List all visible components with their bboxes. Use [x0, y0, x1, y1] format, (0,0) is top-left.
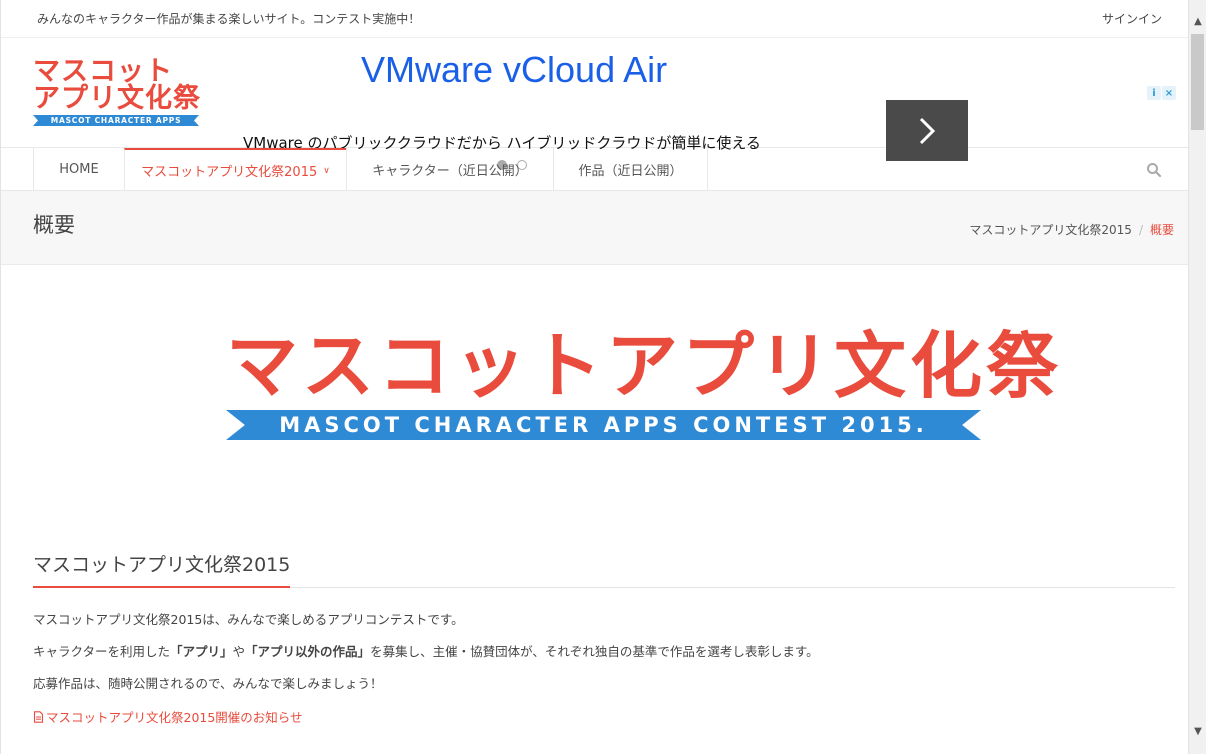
page: みんなのキャラクター作品が集まる楽しいサイト。コンテスト実施中！ サインイン マ… [0, 0, 1188, 754]
closing-paragraph: 応募作品は、随時公開されるので、みんなで楽しみましょう！ [33, 676, 383, 691]
close-icon[interactable]: × [1162, 86, 1176, 100]
description-paragraph: キャラクターを利用した「アプリ」や「アプリ以外の作品」を募集し、主催・協賛団体が… [33, 644, 1175, 660]
scroll-thumb[interactable] [1191, 34, 1204, 130]
ad-choices: i × [1147, 86, 1176, 100]
page-title-band: 概要 マスコットアプリ文化祭2015 / 概要 [1, 191, 1188, 265]
scroll-up-icon[interactable]: ▲ [1189, 12, 1206, 30]
text-segment: を募集し、主催・協賛団体が、それぞれ独自の基準で作品を選考し表彰します。 [370, 644, 819, 659]
signin-link[interactable]: サインイン [1102, 10, 1162, 27]
logo-jp-line1: マスコット [33, 56, 173, 87]
breadcrumb-separator: / [1138, 223, 1143, 237]
site-tagline: みんなのキャラクター作品が集まる楽しいサイト。コンテスト実施中！ [37, 12, 421, 26]
main-nav: HOME マスコットアプリ文化祭2015 ∨ キャラクター（近日公開） 作品（近… [1, 148, 1188, 191]
top-bar: みんなのキャラクター作品が集まる楽しいサイト。コンテスト実施中！ サインイン [1, 0, 1188, 38]
ad-banner[interactable]: VMware vCloud Air VMware のパブリッククラウドだから ハ… [231, 46, 1176, 170]
text-bold-apps: 「アプリ」 [170, 644, 233, 659]
info-icon[interactable]: i [1147, 86, 1161, 100]
nav-item-label: 作品（近日公開） [578, 164, 683, 179]
page-scrollbar[interactable]: ▲ ▼ [1188, 0, 1206, 754]
breadcrumb-item-contest[interactable]: マスコットアプリ文化祭2015 [969, 223, 1132, 237]
logo-en-ribbon: MASCOT CHARACTER APPS CONTEST [33, 115, 199, 126]
text-segment: キャラクターを利用した [33, 644, 171, 659]
nav-item-works[interactable]: 作品（近日公開） [553, 148, 708, 191]
breadcrumb-current: 概要 [1149, 223, 1174, 237]
chevron-down-icon: ∨ [323, 165, 330, 176]
text-bold-non-apps: 「アプリ以外の作品」 [245, 644, 371, 659]
chevron-right-icon [919, 117, 936, 144]
page-title: 概要 [33, 213, 75, 237]
main-content: マスコットアプリ文化祭2015 マスコットアプリ文化祭2015は、みんなで楽しめ… [33, 550, 1175, 726]
breadcrumb: マスコットアプリ文化祭2015 / 概要 [969, 221, 1174, 238]
nav-item-contest-2015[interactable]: マスコットアプリ文化祭2015 ∨ [124, 148, 346, 191]
logo-jp-line2: アプリ文化祭 [33, 83, 201, 114]
nav-item-label: キャラクター（近日公開） [372, 164, 528, 179]
document-icon [33, 711, 44, 723]
nav-item-label: HOME [59, 162, 99, 177]
hero-logo-jp: マスコットアプリ文化祭 [226, 324, 1063, 408]
hero-logo-en: MASCOT CHARACTER APPS CONTEST 2015. [226, 410, 981, 440]
ad-title[interactable]: VMware vCloud Air [361, 49, 667, 91]
announcement-link-label: マスコットアプリ文化祭2015開催のお知らせ [46, 710, 303, 725]
site-header: マスコット アプリ文化祭 MASCOT CHARACTER APPS CONTE… [1, 38, 1188, 170]
hero-logo: マスコットアプリ文化祭 MASCOT CHARACTER APPS CONTES… [226, 324, 1063, 440]
intro-paragraph: マスコットアプリ文化祭2015は、みんなで楽しめるアプリコンテストです。 [33, 612, 464, 627]
search-icon[interactable] [1146, 162, 1162, 178]
section-heading: マスコットアプリ文化祭2015 [33, 550, 291, 588]
nav-item-characters[interactable]: キャラクター（近日公開） [346, 148, 553, 191]
nav-item-label: マスコットアプリ文化祭2015 [141, 165, 318, 180]
text-segment: や [232, 644, 246, 659]
site-logo[interactable]: マスコット アプリ文化祭 MASCOT CHARACTER APPS CONTE… [33, 58, 201, 126]
nav-item-home[interactable]: HOME [33, 148, 124, 191]
scroll-down-icon[interactable]: ▼ [1189, 722, 1206, 740]
announcement-link[interactable]: マスコットアプリ文化祭2015開催のお知らせ [33, 707, 303, 726]
